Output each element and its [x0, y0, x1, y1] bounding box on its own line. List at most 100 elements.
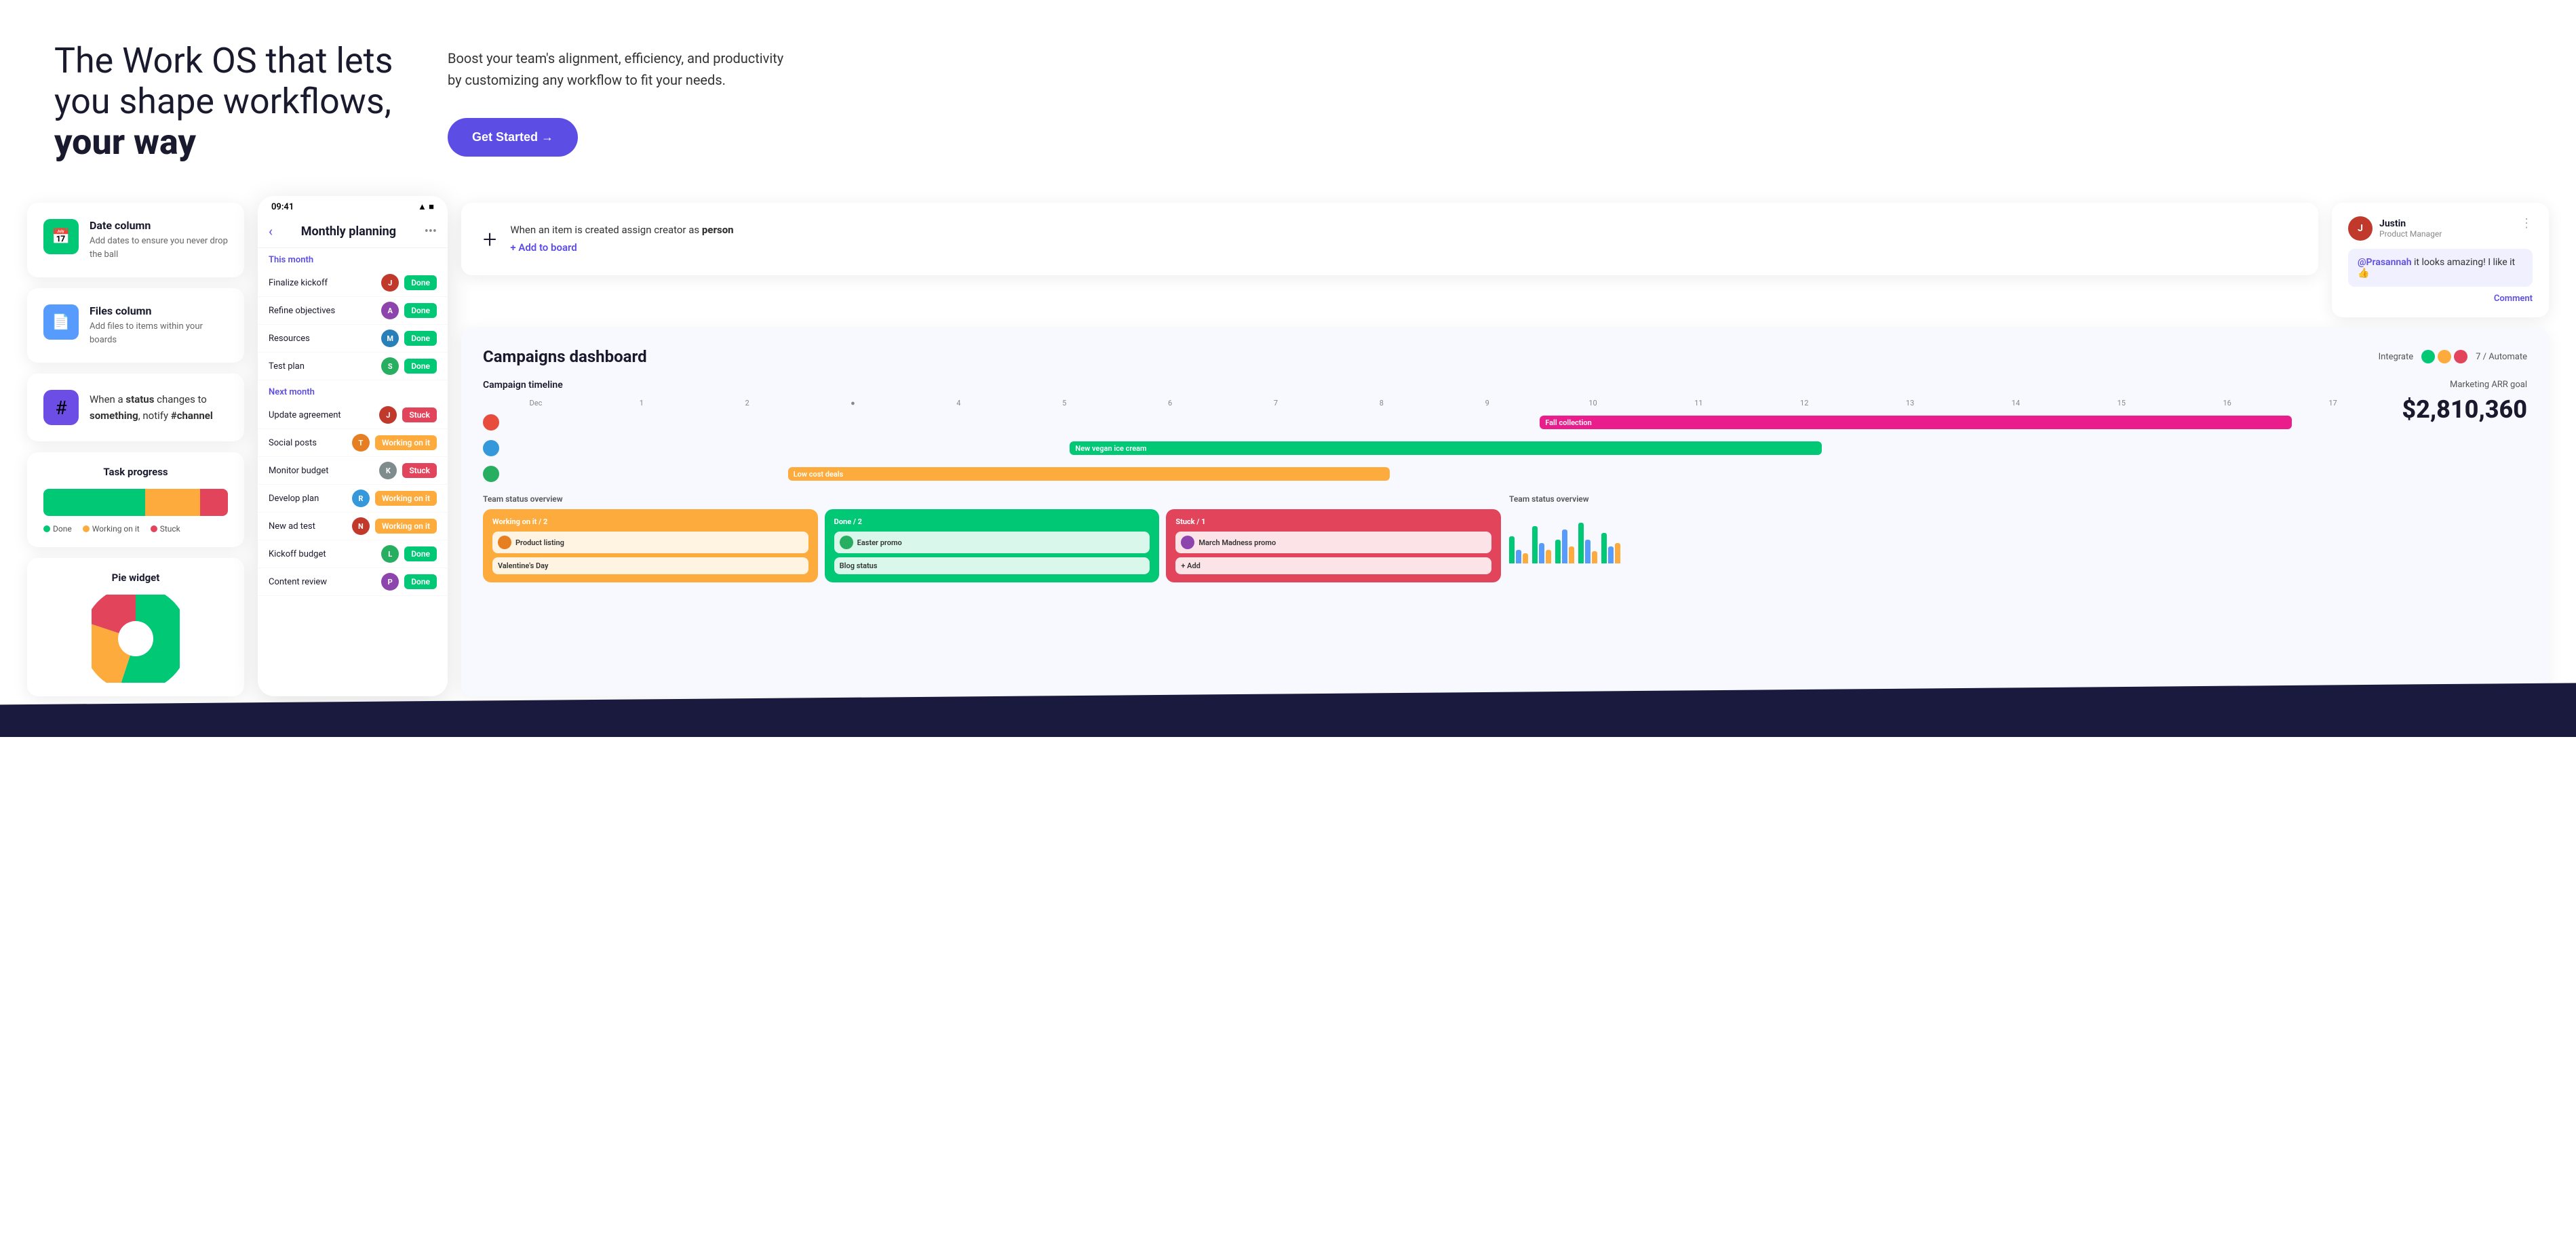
row-name: Develop plan — [269, 494, 319, 504]
row-name: Monitor budget — [269, 466, 329, 476]
add-to-board-link[interactable]: + Add to board — [510, 241, 577, 254]
status-badge: Done — [404, 546, 437, 561]
ts-item: March Madness promo — [1175, 532, 1491, 553]
team-status-left: Team status overview Working on it / 2 P… — [483, 494, 1501, 582]
icon-circle-red — [2454, 350, 2467, 363]
team-status-done: Done / 2 Easter promo Blog status — [825, 509, 1160, 582]
pie-chart: 55% — [92, 595, 180, 683]
date-column-desc: Add dates to ensure you never drop the b… — [90, 235, 228, 261]
comment-card: J Justin Product Manager ⋮ @Prasannah it… — [2332, 203, 2549, 317]
stuck-dot — [151, 525, 157, 532]
dashboard-title: Campaigns dashboard — [483, 347, 647, 366]
status-badge: Done — [404, 275, 437, 290]
status-badge: Stuck — [402, 407, 437, 422]
ts-item-inner: March Madness promo — [1181, 536, 1486, 549]
timeline-row-3: Low cost deals — [483, 464, 2385, 483]
get-started-button[interactable]: Get Started → — [448, 118, 578, 157]
files-column-card: 📄 Files column Add files to items within… — [27, 288, 244, 363]
date-8: 8 — [1329, 399, 1435, 407]
bar-green-3 — [1555, 540, 1561, 563]
ts-working-label: Working on it / 2 — [492, 517, 808, 526]
table-row: Update agreement J Stuck — [258, 401, 448, 429]
hero-title-normal: The Work OS that lets you shape workflow… — [54, 40, 393, 122]
top-right-row: + When an item is created assign creator… — [461, 203, 2549, 317]
date-9: 9 — [1435, 399, 1540, 407]
timeline-avatar-2 — [483, 440, 499, 456]
row-avatar: M — [381, 330, 399, 347]
row-avatar: J — [381, 274, 399, 292]
arr-label: Marketing ARR goal — [2402, 380, 2527, 390]
next-month-rows: Update agreement J Stuck Social posts T … — [258, 401, 448, 596]
date-12: 12 — [1751, 399, 1857, 407]
row-right: A Done — [381, 302, 437, 319]
row-name: Test plan — [269, 361, 305, 372]
task-progress-card: Task progress Done Working on it — [27, 452, 244, 547]
mobile-time: 09:41 — [271, 202, 294, 212]
row-left: Develop plan — [269, 494, 352, 504]
bar-orange-5 — [1615, 543, 1620, 563]
working-label: Working on it — [92, 524, 140, 534]
arr-value: $2,810,360 — [2402, 395, 2527, 424]
row-right: N Working on it — [352, 517, 437, 535]
row-left: Resources — [269, 334, 381, 344]
date-15: 15 — [2069, 399, 2174, 407]
table-row: Finalize kickoff J Done — [258, 269, 448, 297]
table-row: Refine objectives A Done — [258, 297, 448, 325]
automate-label[interactable]: 7 / Automate — [2476, 352, 2527, 362]
back-button[interactable]: ‹ — [269, 223, 273, 239]
files-column-desc: Add files to items within your boards — [90, 320, 228, 346]
ts-done-label: Done / 2 — [834, 517, 1150, 526]
team-status-stuck: Stuck / 1 March Madness promo + Add — [1166, 509, 1501, 582]
dashboard-content: Campaign timeline Dec 1 2 ● 4 5 6 7 8 9 — [483, 380, 2527, 483]
date-13: 13 — [1857, 399, 1963, 407]
legend-working: Working on it — [83, 524, 140, 534]
user-role: Product Manager — [2379, 229, 2442, 239]
comment-action-link[interactable]: Comment — [2348, 294, 2533, 304]
notify-card: # When a status changes to something, no… — [27, 374, 244, 441]
bar-chart-title: Team status overview — [1509, 494, 2527, 504]
mobile-header: ‹ Monthly planning ••• — [258, 218, 448, 248]
row-avatar: R — [352, 490, 370, 507]
legend-done: Done — [43, 524, 72, 534]
timeline-bar-lowcost: Low cost deals — [788, 467, 1390, 481]
bar-chart — [1509, 509, 2527, 563]
date-column-title: Date column — [90, 219, 228, 232]
ts-stuck-items: March Madness promo + Add — [1175, 532, 1491, 574]
ts-item-name: Easter promo — [857, 538, 902, 547]
files-column-icon: 📄 — [43, 304, 79, 340]
table-row: Develop plan R Working on it — [258, 485, 448, 513]
calendar-icon: 📅 — [52, 228, 70, 245]
row-right: M Done — [381, 330, 437, 347]
timeline-track-1: Fall collection — [506, 416, 2385, 429]
row-left: Finalize kickoff — [269, 278, 381, 288]
ts-done-items: Easter promo Blog status — [834, 532, 1150, 574]
bar-green-1 — [1509, 536, 1515, 563]
team-status-chart-title: Team status overview — [483, 494, 1501, 504]
this-month-rows: Finalize kickoff J Done Refine objective… — [258, 269, 448, 380]
ts-item: + Add — [1175, 557, 1491, 574]
date-10: 10 — [1540, 399, 1646, 407]
automation-text-main: When an item is created assign creator a… — [510, 224, 733, 236]
timeline-dates: Dec 1 2 ● 4 5 6 7 8 9 10 11 12 — [483, 399, 2385, 407]
ts-item: Product listing — [492, 532, 808, 553]
row-name: Content review — [269, 577, 327, 587]
slack-icon-container: # — [43, 390, 79, 425]
dashboard-actions: Integrate 7 / Automate — [2379, 350, 2527, 363]
table-row: Resources M Done — [258, 325, 448, 353]
bar-blue-5 — [1608, 546, 1614, 563]
status-badge: Working on it — [375, 435, 437, 450]
bar-blue-4 — [1585, 540, 1591, 563]
comment-menu-dots[interactable]: ⋮ — [2520, 216, 2533, 231]
row-name: Finalize kickoff — [269, 278, 328, 288]
bar-blue-3 — [1562, 530, 1567, 563]
date-column-card: 📅 Date column Add dates to ensure you ne… — [27, 203, 244, 277]
integrate-label[interactable]: Integrate — [2379, 352, 2414, 362]
date-7: 7 — [1223, 399, 1329, 407]
mobile-menu-dots[interactable]: ••• — [425, 224, 437, 239]
date-11: 11 — [1645, 399, 1751, 407]
row-name: Kickoff budget — [269, 549, 326, 559]
date-dec: Dec — [483, 399, 589, 407]
row-right: J Stuck — [379, 406, 437, 424]
team-status-row: Team status overview Working on it / 2 P… — [483, 494, 2527, 582]
row-right: T Working on it — [352, 434, 437, 452]
